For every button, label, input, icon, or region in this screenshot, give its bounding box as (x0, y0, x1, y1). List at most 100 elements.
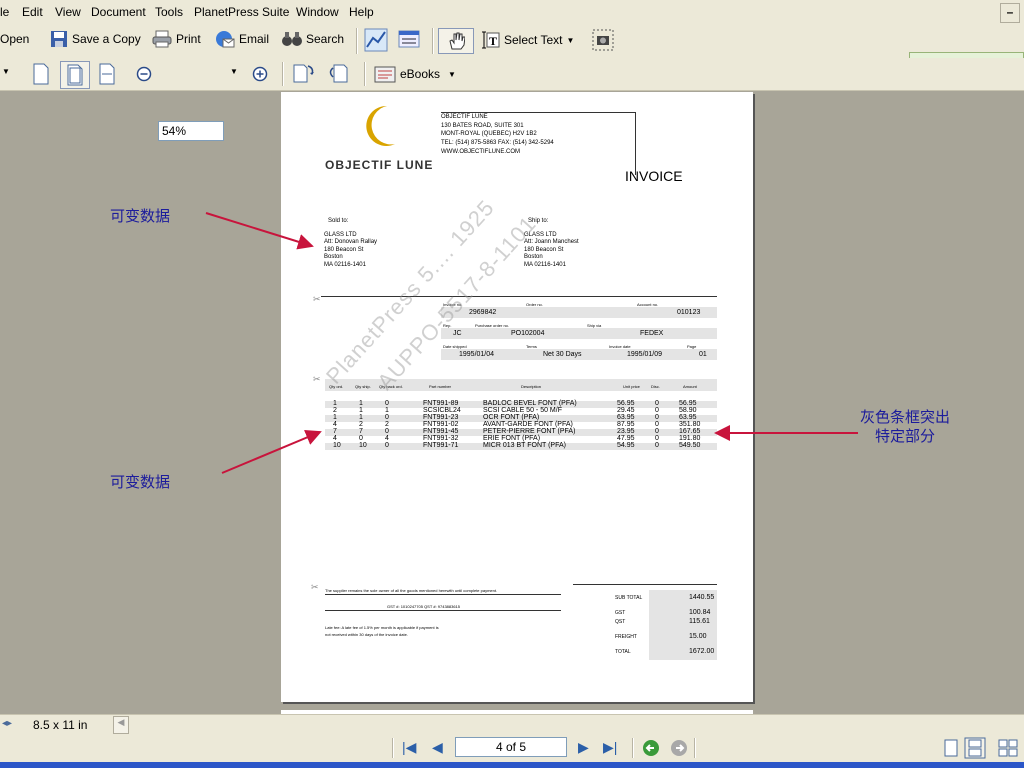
ownership-note: The supplier remains the sole owner of a… (325, 588, 498, 593)
scroll-left-button[interactable]: ◀ (113, 716, 129, 734)
total-label: SUB TOTAL (615, 595, 643, 601)
menu-planetpress-suite[interactable]: PlanetPress Suite (194, 5, 289, 19)
company-logo-text: OBJECTIF LUNE (325, 158, 434, 172)
page-number-input[interactable]: 4 of 5 (455, 737, 567, 757)
ebook-icon (374, 66, 396, 83)
menu-view[interactable]: View (55, 5, 81, 19)
gray-highlight-label: 灰色条框突出 特定部分 (860, 408, 950, 446)
select-text-button[interactable]: T Select Text ▼ (480, 30, 574, 50)
item-cell: FNT991-71 (423, 442, 459, 449)
gray-highlight-line: 特定部分 (875, 428, 936, 445)
print-button[interactable]: Print (152, 30, 201, 48)
zoom-level-input[interactable]: 54% (158, 121, 224, 141)
first-page-icon[interactable]: |◀ (402, 739, 416, 756)
camera-snapshot-icon (592, 29, 614, 51)
actual-size-button[interactable] (32, 63, 50, 85)
snapshot-button[interactable] (592, 29, 614, 51)
sold-to-line: Att: Donovan Rallay (324, 239, 378, 245)
single-page-view-icon[interactable] (942, 739, 960, 757)
chevron-down-icon[interactable]: ▼ (566, 36, 574, 45)
facing-view-icon[interactable] (998, 739, 1018, 757)
item-cell: 54.95 (617, 442, 635, 449)
menu-tools[interactable]: Tools (155, 5, 183, 19)
go-back-icon[interactable] (642, 739, 660, 757)
zoom-out-button[interactable] (136, 66, 152, 82)
rep-value: JC (453, 330, 462, 337)
ebooks-label: eBooks (400, 67, 441, 81)
late-fee-line: Late fee: A late fee of 1.5% per month i… (325, 625, 439, 630)
save-copy-label: Save a Copy (72, 32, 141, 46)
menu-edit[interactable]: Edit (22, 5, 43, 19)
email-button[interactable]: Email (215, 30, 269, 48)
continuous-view-icon[interactable] (964, 737, 986, 759)
item-cell: MICR 013 BT FONT (PFA) (483, 442, 566, 449)
previous-page-icon[interactable]: ◀ (432, 739, 443, 756)
ship-to-line: Att: Joann Manchest (524, 239, 579, 245)
rotate-view-button[interactable] (328, 62, 352, 84)
col-description: Description (521, 384, 542, 389)
ship-to-line: Boston (524, 254, 543, 260)
sold-to-line: 180 Beacon St (324, 247, 364, 253)
open-label: Open (0, 32, 30, 46)
chart-tool-button[interactable] (364, 28, 388, 52)
item-cell: 0 (655, 442, 659, 449)
ship-via-label: Ship via (587, 323, 602, 328)
total-value: 100.84 (689, 609, 711, 616)
tax-ids: GST #: 1010247705 QST #: 9743883615 (387, 604, 461, 609)
total-value: 1440.55 (689, 594, 715, 601)
variable-data-label-top: 可变数据 (110, 208, 171, 225)
zoom-out-icon (136, 66, 152, 82)
gray-highlight-line: 灰色条框突出 (860, 409, 951, 426)
item-cell: 0 (385, 442, 389, 449)
zoom-menu-button[interactable]: ▼ (230, 67, 238, 76)
col-amount: Amount (683, 384, 697, 389)
email-label: Email (239, 32, 270, 46)
floppy-disk-icon (51, 31, 67, 47)
zoom-dropdown-arrow[interactable]: ▼ (2, 67, 10, 76)
total-label: QST (615, 619, 626, 625)
crescent-moon-logo (366, 105, 395, 146)
menu-document[interactable]: Document (91, 5, 146, 19)
sold-to-label: Sold to: (328, 218, 349, 224)
late-fee-line: not received within 30 days of the invoi… (325, 632, 408, 637)
fit-width-icon (99, 63, 115, 85)
go-forward-icon[interactable] (670, 739, 688, 757)
form-tool-button[interactable] (398, 29, 420, 51)
page-label: Page (687, 344, 697, 349)
ship-to-line: 180 Beacon St (524, 247, 564, 253)
col-unit-price: Unit price (623, 384, 640, 389)
invoice-title: INVOICE (625, 168, 683, 184)
total-label: TOTAL (615, 649, 631, 655)
menu-window[interactable]: Window (296, 5, 339, 19)
company-address-line: 130 BATES ROAD, SUITE 301 (441, 123, 524, 129)
terms-label: Terms (526, 344, 537, 349)
fit-page-button[interactable] (60, 61, 90, 89)
menu-file[interactable]: le (0, 5, 9, 19)
file-toolbar: Open Save a Copy Print Email Search T Se… (0, 24, 1024, 78)
total-value: 15.00 (689, 633, 707, 640)
binoculars-icon (282, 32, 302, 46)
company-address-line: OBJECTIF LUNE (441, 114, 488, 120)
resize-handle-icon[interactable]: ◂▸ (2, 718, 12, 729)
po-label: Purchase order no. (475, 323, 510, 328)
next-page-icon[interactable]: ▶ (578, 739, 589, 756)
invoice-date-value: 1995/01/09 (627, 351, 663, 358)
fit-width-button[interactable] (98, 63, 118, 85)
last-page-icon[interactable]: ▶| (603, 739, 617, 756)
chevron-down-icon[interactable]: ▼ (448, 70, 456, 79)
print-label: Print (176, 32, 201, 46)
hand-tool-button[interactable] (438, 28, 474, 54)
menu-help[interactable]: Help (349, 5, 374, 19)
svg-text:T: T (489, 34, 497, 48)
sold-to-line: MA 02116-1401 (324, 262, 366, 268)
zoom-in-button[interactable] (252, 66, 268, 82)
minimize-button[interactable]: – (1000, 3, 1020, 23)
account-no-value: 010123 (677, 309, 701, 316)
rotate-page-button[interactable] (292, 62, 316, 84)
select-text-label: Select Text (504, 33, 563, 47)
taskbar (0, 762, 1024, 768)
search-button[interactable]: Search (282, 30, 344, 48)
ebooks-button[interactable]: eBooks ▼ (374, 64, 456, 84)
open-button[interactable]: Open (0, 32, 29, 46)
save-copy-button[interactable]: Save a Copy (50, 30, 141, 48)
